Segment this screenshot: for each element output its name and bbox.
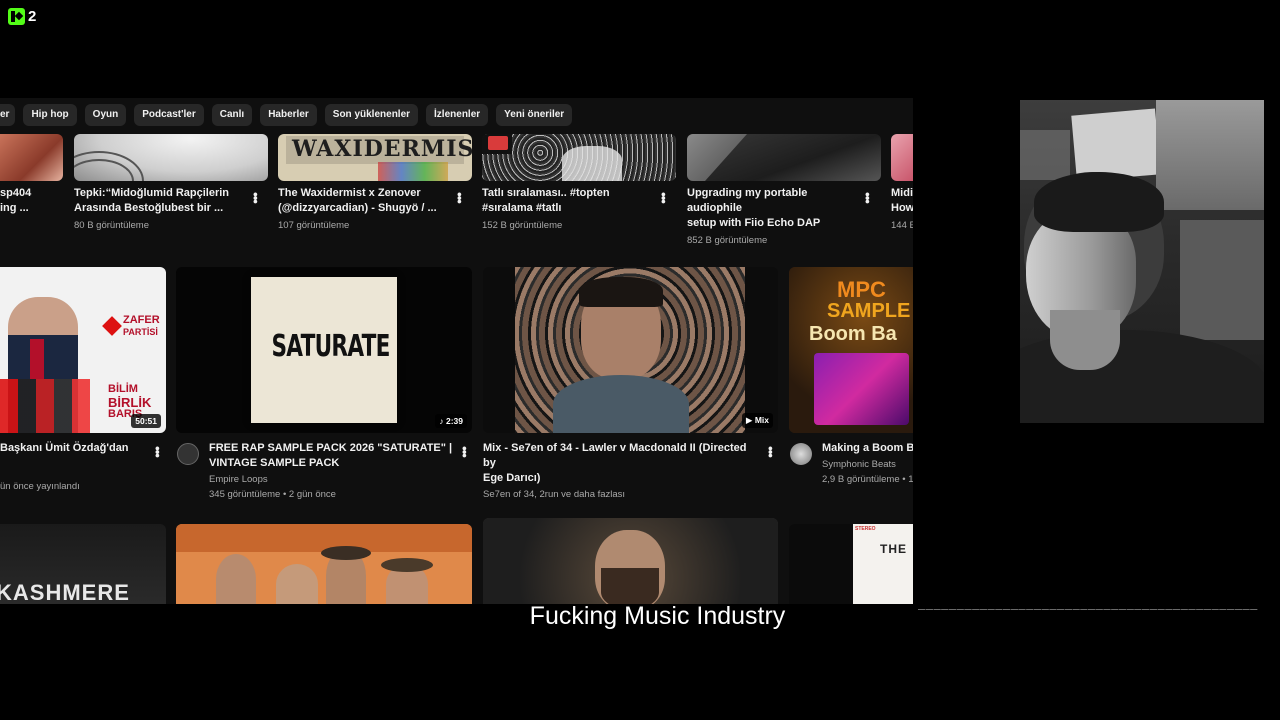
chip-haberler[interactable]: Haberler <box>260 104 317 126</box>
channel-name[interactable]: Symphonic Beats <box>822 457 913 472</box>
video-thumbnail[interactable]: ZAFER PARTİSİ BİLİM BİRLİK BARIŞ 50:51 <box>0 267 166 433</box>
banner-text: PARTİSİ <box>123 327 158 337</box>
video-meta: Tatlı sıralaması.. #topten #sıralama #ta… <box>482 186 654 233</box>
chip-yeni-oneriler[interactable]: Yeni öneriler <box>496 104 573 126</box>
video-title-line2[interactable]: Ege Darıcı) <box>483 471 758 486</box>
video-title-line2[interactable]: VINTAGE SAMPLE PACK <box>209 456 457 471</box>
chip-izlenenler[interactable]: İzlenenler <box>426 104 489 126</box>
video-meta: Mix - Se7en of 34 - Lawler v Macdonald I… <box>483 441 758 502</box>
video-title-line2[interactable]: #sıralama #tatlı <box>482 201 654 216</box>
thumb-text: SAMPLE <box>827 300 911 322</box>
kick-number: 2 <box>28 8 37 25</box>
video-title[interactable]: Başkanı Ümit Özdağ'dan <box>0 441 150 456</box>
more-options-icon[interactable]: ••• <box>248 192 263 203</box>
duration-badge: 50:51 <box>131 414 161 428</box>
youtube-screen-share: er Hip hop Oyun Podcast'ler Canlı Haberl… <box>0 98 913 604</box>
video-thumbnail[interactable] <box>891 134 913 181</box>
more-options-icon[interactable]: ••• <box>150 446 165 457</box>
chip-partial[interactable]: er <box>0 104 16 126</box>
chip-podcasts[interactable]: Podcast'ler <box>134 104 204 126</box>
video-thumbnail[interactable]: KASHMERE <box>0 524 166 604</box>
channel-avatar[interactable] <box>790 443 812 465</box>
kick-icon <box>8 8 25 25</box>
video-thumbnail[interactable] <box>687 134 881 181</box>
channel-avatar[interactable] <box>177 443 199 465</box>
video-thumbnail[interactable] <box>176 524 472 604</box>
video-views: 152 B görüntüleme <box>482 220 563 231</box>
banner-text: BİLİM <box>108 383 138 395</box>
video-title-line2[interactable]: Arasında Bestoğlubest bir ... <box>74 201 246 216</box>
video-meta: FREE RAP SAMPLE PACK 2026 "SATURATE" | V… <box>209 441 457 502</box>
chip-canli[interactable]: Canlı <box>211 104 253 126</box>
video-thumbnail[interactable] <box>74 134 268 181</box>
more-options-icon[interactable]: ••• <box>763 446 778 457</box>
video-thumbnail[interactable]: SATURATE ♪ 2:39 <box>176 267 472 433</box>
video-title[interactable]: sp404 <box>0 186 60 201</box>
more-options-icon[interactable]: ••• <box>860 192 875 203</box>
video-views: 80 B görüntüleme <box>74 220 149 231</box>
video-title-line2[interactable]: setup with Fiio Echo DAP <box>687 216 859 231</box>
video-views: 852 B görüntüleme <box>687 235 768 246</box>
mix-badge: ▶ Mix <box>741 413 773 428</box>
chip-oyun[interactable]: Oyun <box>84 104 127 126</box>
banner-text: ZAFER <box>123 314 160 326</box>
duration-badge: ♪ 2:39 <box>435 414 467 428</box>
caption-subtitle: Fucking Music Industry <box>529 602 786 630</box>
video-meta: Tepki:“Midoğlumid Rapçilerin Arasında Be… <box>74 186 246 233</box>
chip-son-yuklenenler[interactable]: Son yüklenenler <box>324 104 419 126</box>
video-status: ün önce yayınlandı <box>0 481 80 492</box>
video-meta: Making a Boom Ba Symphonic Beats 2,9 B g… <box>822 441 913 487</box>
video-meta: Upgrading my portable audiophile setup w… <box>687 186 859 248</box>
video-title[interactable]: Midi <box>891 186 913 201</box>
video-title[interactable]: Mix - Se7en of 34 - Lawler v Macdonald I… <box>483 441 758 471</box>
video-views: 2,9 B görüntüleme • 1 <box>822 474 913 485</box>
video-title[interactable]: Upgrading my portable audiophile <box>687 186 859 216</box>
stereo-label: STEREO <box>855 526 876 532</box>
video-thumbnail[interactable] <box>483 518 778 604</box>
thumb-text: KASHMERE <box>0 580 130 604</box>
video-views: 107 görüntüleme <box>278 220 350 231</box>
video-thumbnail[interactable]: STEREO THE <box>789 524 913 604</box>
video-title-line2[interactable]: ing ... <box>0 201 60 216</box>
more-options-icon[interactable]: ••• <box>457 446 472 457</box>
video-thumbnail[interactable]: ▶ Mix <box>483 267 778 433</box>
video-thumbnail[interactable] <box>0 134 63 181</box>
video-meta: sp404 ing ... <box>0 186 60 216</box>
thumb-text: THE <box>880 542 907 556</box>
video-title[interactable]: FREE RAP SAMPLE PACK 2026 "SATURATE" | <box>209 441 457 456</box>
video-views: 345 görüntüleme • 2 gün önce <box>209 489 336 500</box>
kick-logo: 2 <box>8 8 36 25</box>
channel-name[interactable]: Empire Loops <box>209 472 457 487</box>
video-thumbnail[interactable]: WAXIDERMIST <box>278 134 472 181</box>
thumb-text: Boom Ba <box>809 323 897 345</box>
video-meta: Midi How 144 E <box>891 186 913 233</box>
thumb-text: WAXIDERMIST <box>292 136 472 162</box>
category-chips: er Hip hop Oyun Podcast'ler Canlı Haberl… <box>0 98 913 132</box>
video-title-line2[interactable]: How <box>891 201 913 216</box>
video-meta: Başkanı Ümit Özdağ'dan ün önce yayınland… <box>0 441 150 494</box>
more-options-icon[interactable]: ••• <box>452 192 467 203</box>
mix-artists: Se7en of 34, 2run ve daha fazlası <box>483 489 626 500</box>
thumb-text: SATURATE <box>271 329 390 364</box>
video-title[interactable]: Tatlı sıralaması.. #topten <box>482 186 654 201</box>
video-title[interactable]: Tepki:“Midoğlumid Rapçilerin <box>74 186 246 201</box>
video-title[interactable]: Making a Boom Ba <box>822 441 913 456</box>
chip-hip-hop[interactable]: Hip hop <box>23 104 77 126</box>
more-options-icon[interactable]: ••• <box>656 192 671 203</box>
video-title[interactable]: The Waxidermist x Zenover <box>278 186 450 201</box>
video-meta: The Waxidermist x Zenover (@dizzyarcadia… <box>278 186 450 233</box>
video-title-line2[interactable]: (@dizzyarcadian) - Shugyö / ... <box>278 201 450 216</box>
webcam-feed <box>1020 100 1264 423</box>
video-thumbnail[interactable] <box>482 134 676 181</box>
video-views: 144 E <box>891 220 913 231</box>
video-thumbnail[interactable]: MPC SAMPLE Boom Ba <box>789 267 913 433</box>
